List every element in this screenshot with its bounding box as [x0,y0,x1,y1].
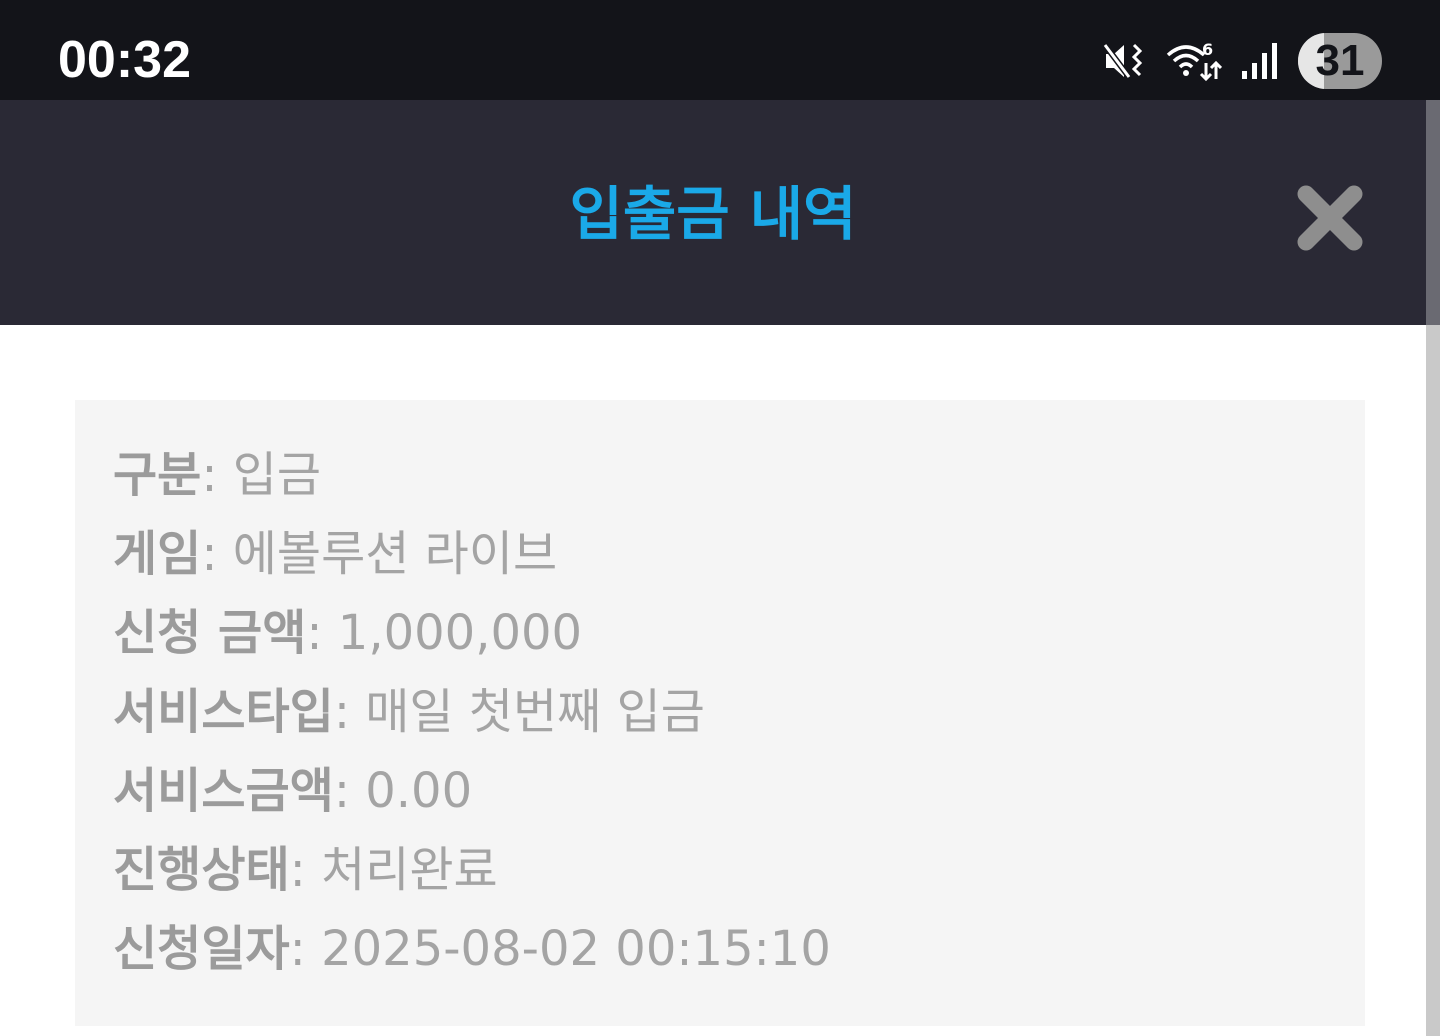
cell-signal-icon [1240,39,1280,83]
category-separator: : [201,447,233,503]
close-icon [1297,185,1363,251]
status-value: 처리완료 [321,842,498,898]
close-button[interactable] [1296,184,1364,252]
detail-row-request-amount: 신청 금액: 1,000,000 [113,594,831,673]
request-date-value: 2025-08-02 00:15:10 [321,921,831,977]
request-date-label: 신청일자 [113,921,290,977]
request-amount-separator: : [306,605,338,661]
battery-level: 31 [1315,36,1365,85]
mute-vibrate-icon [1102,39,1146,83]
game-label: 게임 [113,526,202,582]
status-separator: : [289,842,322,898]
page-title: 입출금 내역 [569,180,857,248]
game-separator: : [201,526,233,582]
service-amount-label: 서비스금액 [113,763,334,819]
detail-row-category: 구분: 입금 [113,436,831,515]
detail-row-service-amount: 서비스금액: 0.00 [113,752,831,831]
scrollbar[interactable] [1426,100,1440,1036]
status-icons: 6 31 [1102,32,1382,90]
category-value: 입금 [232,447,322,503]
svg-text:6: 6 [1202,40,1213,59]
scrollbar-thumb[interactable] [1426,100,1440,325]
service-amount-separator: : [333,763,366,819]
transaction-detail-card: 구분: 입금 게임: 에볼루션 라이브 신청 금액: 1,000,000 서비스… [75,400,1365,1026]
detail-row-game: 게임: 에볼루션 라이브 [113,515,831,594]
service-type-value: 매일 첫번째 입금 [365,684,705,740]
wifi-6-icon: 6 [1164,39,1222,83]
detail-list: 구분: 입금 게임: 에볼루션 라이브 신청 금액: 1,000,000 서비스… [113,436,831,989]
status-label: 진행상태 [113,842,290,898]
game-value: 에볼루션 라이브 [232,526,558,582]
request-amount-value: 1,000,000 [337,605,583,661]
service-amount-value: 0.00 [365,763,473,819]
detail-row-status: 진행상태: 처리완료 [113,831,831,910]
category-label: 구분 [113,447,202,503]
header: 입출금 내역 [0,100,1426,325]
detail-row-request-date: 신청일자: 2025-08-02 00:15:10 [113,910,831,989]
request-amount-label: 신청 금액 [113,605,307,661]
detail-row-service-type: 서비스타입: 매일 첫번째 입금 [113,673,831,752]
status-time: 00:32 [58,31,191,89]
request-date-separator: : [289,921,322,977]
battery-indicator: 31 [1298,33,1382,89]
service-type-separator: : [333,684,366,740]
service-type-label: 서비스타입 [113,684,334,740]
status-bar: 00:32 6 31 [0,0,1440,100]
